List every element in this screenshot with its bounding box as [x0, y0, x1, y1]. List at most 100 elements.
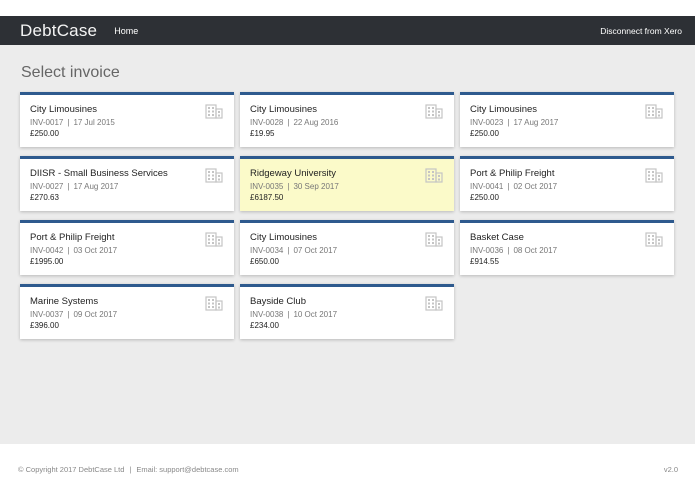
invoice-card[interactable]: Port & Philip Freight INV-0041 | 02 Oct 201… — [460, 156, 674, 211]
invoice-customer-name: Bayside Club — [250, 296, 306, 307]
footer-email[interactable]: Email: support@debtcase.com — [136, 465, 238, 474]
invoice-amount: £914.55 — [470, 257, 499, 266]
invoice-date: 02 Oct 2017 — [513, 182, 558, 191]
invoice-date: 03 Oct 2017 — [73, 246, 118, 255]
invoice-customer-name: Ridgeway University — [250, 168, 337, 179]
footer-version: v2.0 — [663, 464, 678, 474]
invoice-meta: INV-0041 | 02 Oct 2017 — [470, 181, 664, 192]
invoice-date: 08 Oct 2017 — [513, 246, 558, 255]
invoice-meta: INV-0034 | 07 Oct 2017 — [250, 245, 444, 256]
invoice-meta-separator: | — [507, 118, 510, 127]
main-content: Select invoice City Limousines INV-0017 | 1… — [0, 45, 695, 444]
invoice-card[interactable]: Bayside Club INV-0038 | 10 Oct 2017 £234.00 — [240, 284, 454, 339]
invoice-number: INV-0017 — [30, 118, 64, 127]
invoice-amount: £250.00 — [470, 193, 499, 202]
invoice-customer-name: Marine Systems — [30, 296, 99, 307]
building-icon — [645, 232, 663, 247]
invoice-amount: £6187.50 — [250, 193, 284, 202]
invoice-meta-separator: | — [507, 246, 510, 255]
building-icon — [205, 296, 223, 311]
invoice-meta-separator: | — [67, 246, 70, 255]
invoice-number: INV-0041 — [470, 182, 504, 191]
invoice-number: INV-0028 — [250, 118, 284, 127]
invoice-customer-name: Port & Philip Freight — [30, 232, 115, 243]
invoice-meta: INV-0038 | 10 Oct 2017 — [250, 309, 444, 320]
invoice-number: INV-0037 — [30, 310, 64, 319]
invoice-date: 07 Oct 2017 — [293, 246, 338, 255]
invoice-card[interactable]: Ridgeway University INV-0035 | 30 Sep 2017 £… — [240, 156, 454, 211]
footer: © Copyright 2017 DebtCase Ltd | Email: s… — [0, 444, 695, 494]
invoice-meta: INV-0035 | 30 Sep 2017 — [250, 181, 444, 192]
invoice-meta: INV-0036 | 08 Oct 2017 — [470, 245, 664, 256]
invoice-meta-separator: | — [67, 182, 70, 191]
building-icon — [205, 104, 223, 119]
invoice-meta: INV-0042 | 03 Oct 2017 — [30, 245, 224, 256]
invoice-meta-separator: | — [507, 182, 510, 191]
building-icon — [425, 104, 443, 119]
invoice-card[interactable]: Marine Systems INV-0037 | 09 Oct 2017 £396.0… — [20, 284, 234, 339]
invoice-meta-separator: | — [287, 118, 290, 127]
invoice-customer-name: Port & Philip Freight — [470, 168, 555, 179]
invoice-card[interactable]: City Limousines INV-0023 | 17 Aug 2017 £250.… — [460, 92, 674, 147]
building-icon — [645, 168, 663, 183]
invoice-customer-name: City Limousines — [250, 232, 318, 243]
invoice-date: 22 Aug 2016 — [293, 118, 339, 127]
invoice-amount: £396.00 — [30, 321, 59, 330]
invoice-number: INV-0042 — [30, 246, 64, 255]
invoice-meta: INV-0028 | 22 Aug 2016 — [250, 117, 444, 128]
building-icon — [425, 168, 443, 183]
building-icon — [205, 232, 223, 247]
invoice-date: 10 Oct 2017 — [293, 310, 338, 319]
invoice-number: INV-0036 — [470, 246, 504, 255]
footer-separator: | — [129, 464, 132, 474]
invoice-meta: INV-0023 | 17 Aug 2017 — [470, 117, 664, 128]
invoice-date: 17 Jul 2015 — [73, 118, 115, 127]
page-title: Select invoice — [21, 64, 120, 81]
invoice-number: INV-0034 — [250, 246, 284, 255]
invoice-amount: £1995.00 — [30, 257, 64, 266]
invoice-customer-name: Basket Case — [470, 232, 524, 243]
invoice-amount: £250.00 — [470, 129, 499, 138]
invoice-number: INV-0035 — [250, 182, 284, 191]
invoice-meta-separator: | — [287, 310, 290, 319]
invoice-amount: £19.95 — [250, 129, 275, 138]
navbar: DebtCase Home Disconnect from Xero — [0, 16, 695, 45]
invoice-date: 17 Aug 2017 — [513, 118, 559, 127]
invoice-customer-name: City Limousines — [250, 104, 318, 115]
invoice-customer-name: City Limousines — [30, 104, 98, 115]
invoice-meta-separator: | — [287, 182, 290, 191]
invoice-date: 09 Oct 2017 — [73, 310, 118, 319]
invoice-customer-name: DIISR - Small Business Services — [30, 168, 168, 179]
building-icon — [425, 296, 443, 311]
invoice-meta-separator: | — [287, 246, 290, 255]
invoice-number: INV-0023 — [470, 118, 504, 127]
invoice-meta: INV-0037 | 09 Oct 2017 — [30, 309, 224, 320]
invoice-customer-name: City Limousines — [470, 104, 538, 115]
brand-logo[interactable]: DebtCase — [20, 21, 97, 41]
invoice-card[interactable]: Port & Philip Freight INV-0042 | 03 Oct 201… — [20, 220, 234, 275]
invoice-number: INV-0038 — [250, 310, 284, 319]
invoice-number: INV-0027 — [30, 182, 64, 191]
disconnect-xero-link[interactable]: Disconnect from Xero — [600, 26, 682, 36]
invoice-card[interactable]: Basket Case INV-0036 | 08 Oct 2017 £914.55 — [460, 220, 674, 275]
invoice-meta: INV-0017 | 17 Jul 2015 — [30, 117, 224, 128]
invoice-grid: City Limousines INV-0017 | 17 Jul 2015 £250.… — [20, 92, 674, 339]
invoice-date: 30 Sep 2017 — [293, 182, 339, 191]
invoice-date: 17 Aug 2017 — [73, 182, 119, 191]
invoice-meta: INV-0027 | 17 Aug 2017 — [30, 181, 224, 192]
building-icon — [645, 104, 663, 119]
footer-copyright: © Copyright 2017 DebtCase Ltd — [18, 464, 125, 474]
building-icon — [425, 232, 443, 247]
invoice-amount: £234.00 — [250, 321, 279, 330]
invoice-card[interactable]: DIISR - Small Business Services INV-0027 |… — [20, 156, 234, 211]
invoice-card[interactable]: City Limousines INV-0028 | 22 Aug 2016 £19.9… — [240, 92, 454, 147]
top-gap — [0, 0, 695, 16]
invoice-meta-separator: | — [67, 310, 70, 319]
invoice-amount: £650.00 — [250, 257, 279, 266]
building-icon — [205, 168, 223, 183]
nav-home-link[interactable]: Home — [114, 26, 138, 36]
invoice-card[interactable]: City Limousines INV-0034 | 07 Oct 2017 £650.… — [240, 220, 454, 275]
invoice-amount: £270.63 — [30, 193, 59, 202]
invoice-card[interactable]: City Limousines INV-0017 | 17 Jul 2015 £250.… — [20, 92, 234, 147]
invoice-amount: £250.00 — [30, 129, 59, 138]
